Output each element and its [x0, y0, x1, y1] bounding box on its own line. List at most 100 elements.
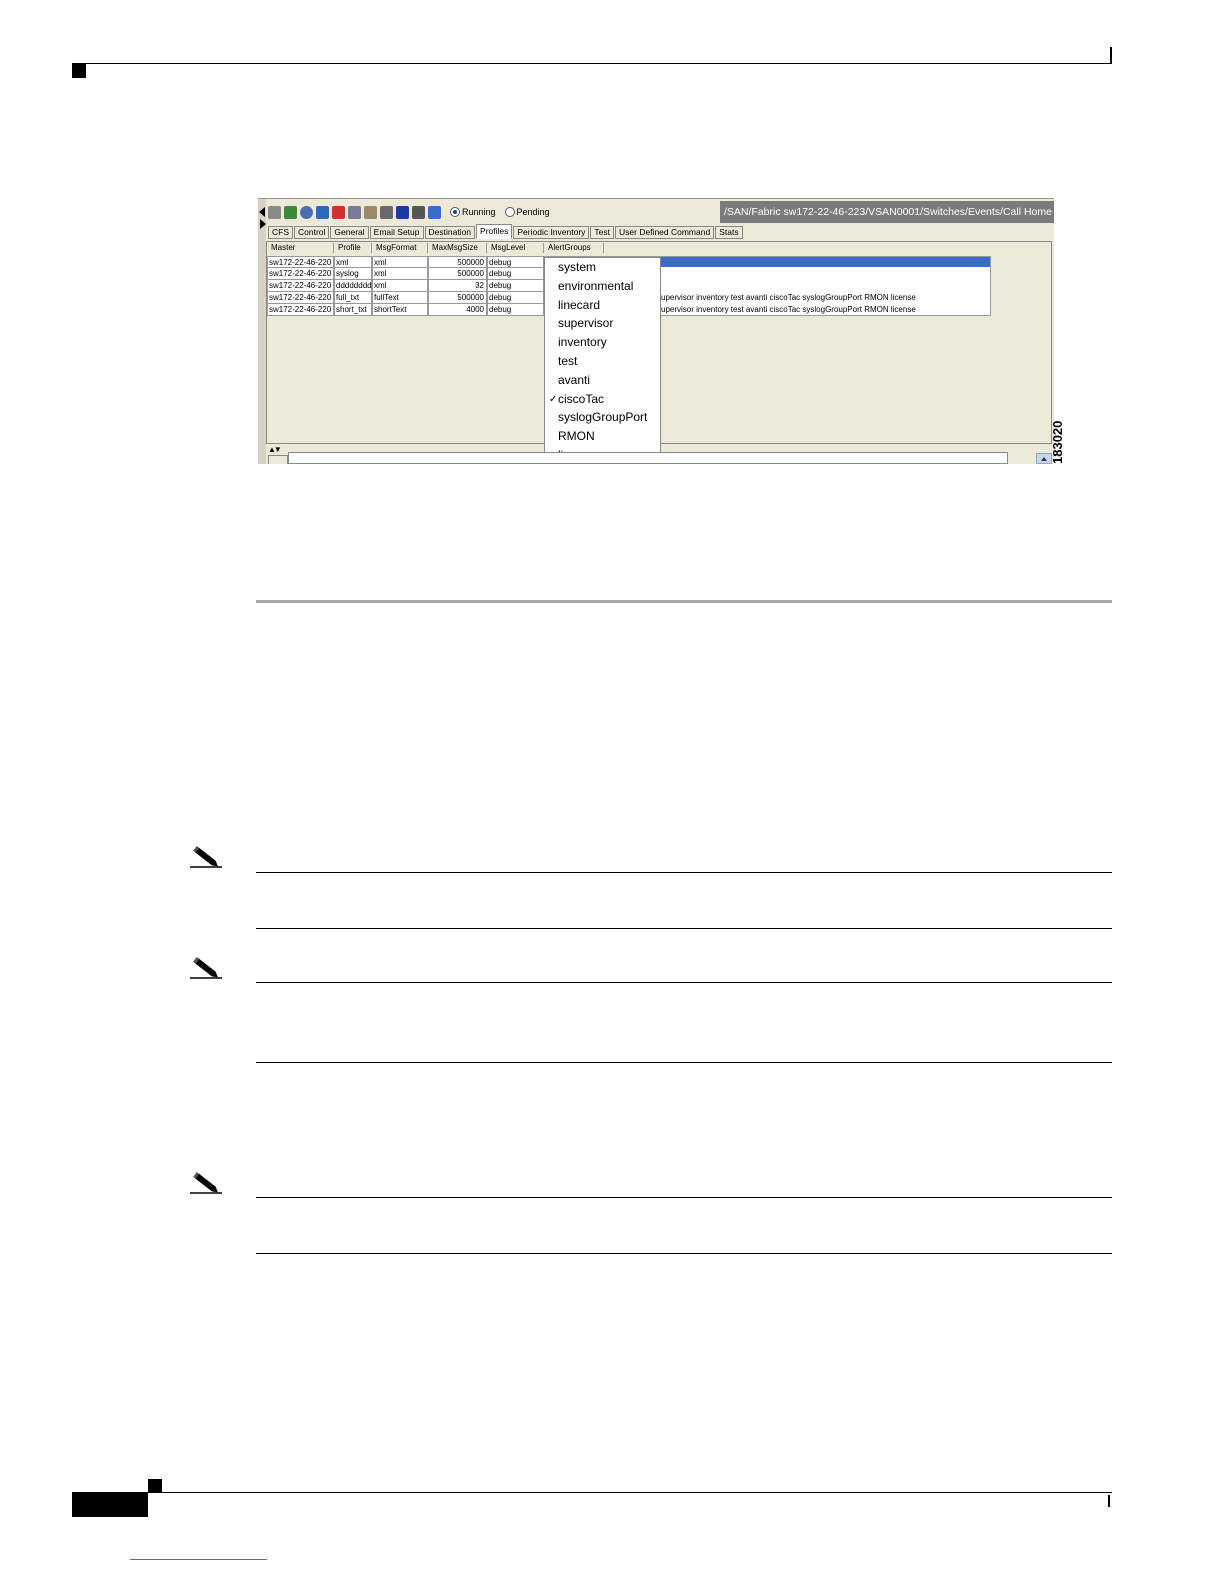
cell-master[interactable]: sw172-22-46-220: [267, 268, 334, 280]
cell-profile[interactable]: dddddddd: [334, 280, 372, 292]
note-rule-top: [256, 1197, 1112, 1198]
alertgroups-dropdown[interactable]: system environmental linecard supervisor inv…: [544, 257, 661, 464]
cell-size[interactable]: 4000: [428, 304, 487, 316]
back-icon[interactable]: [268, 205, 281, 219]
save-icon[interactable]: [396, 205, 409, 219]
cell-level[interactable]: debug: [487, 280, 544, 292]
tab-control[interactable]: Control: [294, 226, 330, 239]
cell-size[interactable]: 500000: [428, 268, 487, 280]
log-area: [288, 452, 1008, 464]
radio-running[interactable]: Running: [450, 207, 496, 217]
header-rule: [72, 63, 1112, 64]
table-row[interactable]: sw172-22-46-220 xml xml 500000 debug: [267, 256, 544, 268]
table-row[interactable]: sw172-22-46-220 dddddddd xml 32 debug: [267, 280, 544, 292]
cell-size[interactable]: 500000: [428, 292, 487, 304]
dropdown-item-ciscotac[interactable]: ciscoTac: [558, 390, 604, 409]
export-icon[interactable]: [428, 205, 441, 219]
figure-id: 183020: [1050, 420, 1070, 464]
cell-format[interactable]: fullText: [372, 292, 428, 304]
cell-master[interactable]: sw172-22-46-220: [267, 304, 334, 316]
cell-size[interactable]: 32: [428, 280, 487, 292]
column-header-master[interactable]: Master: [267, 243, 334, 253]
footer-link-underline[interactable]: [130, 1559, 267, 1560]
collapse-left-icon[interactable]: [259, 207, 265, 217]
cell-master[interactable]: sw172-22-46-220: [267, 292, 334, 304]
header-tick: [1110, 47, 1112, 64]
note-pencil-icon: [190, 957, 222, 979]
cell-level[interactable]: debug: [487, 292, 544, 304]
cell-size[interactable]: 500000: [428, 256, 487, 268]
tab-profiles[interactable]: Profiles: [476, 224, 513, 239]
toolbar: Running Pending: [268, 203, 550, 221]
tab-test[interactable]: Test: [590, 226, 615, 239]
figure-id-text: 183020: [1050, 420, 1065, 464]
cell-profile[interactable]: xml: [334, 256, 372, 268]
log-icon[interactable]: [268, 455, 288, 464]
radio-pending[interactable]: Pending: [504, 207, 550, 217]
cell-alertgroups[interactable]: upervisor inventory test avanti ciscoTac…: [661, 293, 916, 302]
table-row[interactable]: sw172-22-46-220 short_txt shortText 4000 deb…: [267, 304, 544, 316]
left-collapse-strip[interactable]: [258, 199, 266, 464]
delete-row-icon[interactable]: [332, 205, 345, 219]
cell-master[interactable]: sw172-22-46-220: [267, 280, 334, 292]
cell-profile[interactable]: syslog: [334, 268, 372, 280]
tab-destination[interactable]: Destination: [424, 226, 476, 239]
column-header-msglevel[interactable]: MsgLevel: [487, 243, 544, 253]
scroll-arrows-icon[interactable]: ▲▼: [268, 445, 282, 454]
create-row-icon[interactable]: [316, 205, 329, 219]
cell-level[interactable]: debug: [487, 256, 544, 268]
tab-cfs[interactable]: CFS: [268, 226, 293, 239]
cell-format[interactable]: xml: [372, 280, 428, 292]
dropdown-item-linecard[interactable]: linecard: [558, 296, 600, 315]
column-header-msgformat[interactable]: MsgFormat: [372, 243, 428, 253]
tab-user-defined-command[interactable]: User Defined Command: [615, 226, 715, 239]
tab-general[interactable]: General: [330, 226, 369, 239]
dropdown-item-system[interactable]: system: [558, 258, 596, 277]
column-header-maxmsgsize[interactable]: MaxMsgSize: [428, 243, 487, 253]
expand-right-icon[interactable]: [260, 219, 266, 229]
dropdown-item-inventory[interactable]: inventory: [558, 333, 607, 352]
dropdown-item-environmental[interactable]: environmental: [558, 277, 633, 296]
print-icon[interactable]: [412, 205, 425, 219]
cell-level[interactable]: debug: [487, 268, 544, 280]
column-header-alertgroups[interactable]: AlertGroups: [544, 243, 604, 253]
footer-page-bar: [72, 1493, 148, 1517]
cell-profile[interactable]: short_txt: [334, 304, 372, 316]
tab-stats[interactable]: Stats: [715, 226, 743, 239]
cell-master[interactable]: sw172-22-46-220: [267, 256, 334, 268]
tab-periodic-inventory[interactable]: Periodic Inventory: [513, 226, 590, 239]
footer-marker: [148, 1479, 162, 1493]
apply-icon[interactable]: [300, 205, 313, 219]
table-row[interactable]: sw172-22-46-220 full_txt fullText 500000 deb…: [267, 292, 544, 304]
footer-rule: [72, 1492, 1112, 1493]
cell-format[interactable]: xml: [372, 268, 428, 280]
screenshot-figure: Running Pending /SAN/Fabric sw172-22-46-…: [258, 198, 1054, 464]
dropdown-item-avanti[interactable]: avanti: [558, 371, 590, 390]
refresh-icon[interactable]: [284, 205, 297, 219]
table-row[interactable]: sw172-22-46-220 syslog xml 500000 debug: [267, 268, 544, 280]
table-body: sw172-22-46-220 xml xml 500000 debug sw172-22…: [267, 256, 544, 316]
copy-icon[interactable]: [348, 205, 361, 219]
cell-alertgroups[interactable]: upervisor inventory test avanti ciscoTac…: [661, 305, 916, 314]
dropdown-item-supervisor[interactable]: supervisor: [558, 314, 613, 333]
dropdown-item-rmon[interactable]: RMON: [558, 427, 595, 446]
cell-format[interactable]: shortText: [372, 304, 428, 316]
cell-level[interactable]: debug: [487, 304, 544, 316]
tab-email-setup[interactable]: Email Setup: [369, 226, 424, 239]
undo-icon[interactable]: [380, 205, 393, 219]
dropdown-item-test[interactable]: test: [558, 352, 577, 371]
note-rule-top: [256, 982, 1112, 983]
procedure-end-rule: [256, 600, 1112, 603]
note-rule-bottom: [256, 928, 1112, 929]
dropdown-item-sysloggroupport[interactable]: syslogGroupPort: [558, 408, 647, 427]
radio-running-circle-icon[interactable]: [450, 207, 460, 217]
radio-pending-label: Pending: [516, 207, 550, 217]
cell-profile[interactable]: full_txt: [334, 292, 372, 304]
cell-format[interactable]: xml: [372, 256, 428, 268]
radio-pending-circle-icon[interactable]: [504, 207, 515, 217]
paste-icon[interactable]: [364, 205, 377, 219]
note-pencil-icon: [190, 846, 222, 868]
note-rule-bottom: [256, 1062, 1112, 1063]
column-header-profile[interactable]: Profile: [334, 243, 372, 253]
breadcrumb-path: /SAN/Fabric sw172-22-46-223/VSAN0001/Swi…: [720, 201, 1054, 223]
